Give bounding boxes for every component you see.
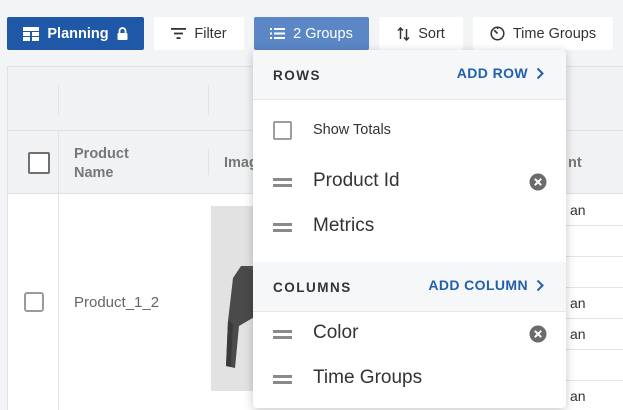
- table-cell: an: [566, 288, 623, 319]
- filter-button[interactable]: Filter: [154, 17, 244, 50]
- groups-dropdown: ROWS ADD ROW Show Totals Product Id Metr…: [253, 50, 566, 408]
- show-totals-checkbox[interactable]: [273, 121, 292, 140]
- column-divider: [208, 149, 209, 175]
- column-header-product-name[interactable]: Product Name: [74, 145, 129, 183]
- row-group-item[interactable]: Metrics: [253, 205, 566, 249]
- columns-section-header: COLUMNS ADD COLUMN: [253, 262, 566, 312]
- groups-label: 2 Groups: [293, 25, 353, 42]
- column-group-label: Time Groups: [313, 367, 423, 388]
- planning-label: Planning: [47, 25, 109, 42]
- drag-handle-icon[interactable]: [273, 375, 292, 384]
- chevron-right-icon: [536, 67, 544, 79]
- column-header-partial[interactable]: nt: [568, 154, 582, 173]
- select-all-checkbox[interactable]: [28, 152, 50, 174]
- filter-label: Filter: [194, 25, 227, 42]
- product-name-cell: Product_1_2: [74, 294, 160, 311]
- planning-button[interactable]: Planning: [7, 17, 144, 50]
- table-cell: [566, 257, 623, 288]
- groups-button[interactable]: 2 Groups: [254, 17, 369, 50]
- table-cell: [566, 350, 623, 381]
- show-totals-label: Show Totals: [313, 122, 391, 138]
- add-row-label: ADD ROW: [456, 65, 528, 81]
- add-column-button[interactable]: ADD COLUMN: [428, 277, 544, 293]
- lock-icon: [117, 27, 128, 40]
- table-cell: [566, 226, 623, 257]
- sort-label: Sort: [418, 25, 445, 42]
- rows-section-title: ROWS: [273, 68, 321, 83]
- row-checkbox[interactable]: [24, 292, 44, 312]
- chevron-right-icon: [536, 279, 544, 291]
- columns-section-title: COLUMNS: [273, 280, 352, 295]
- column-group-label: Color: [313, 322, 359, 343]
- filter-icon: [171, 28, 187, 39]
- drag-handle-icon[interactable]: [273, 330, 292, 339]
- row-group-item[interactable]: Product Id: [253, 160, 566, 204]
- list-icon: [270, 28, 286, 39]
- add-column-label: ADD COLUMN: [428, 277, 528, 293]
- add-row-button[interactable]: ADD ROW: [457, 65, 544, 81]
- row-group-label: Product Id: [313, 170, 400, 191]
- column-divider: [58, 131, 59, 410]
- timer-icon: [490, 26, 505, 41]
- row-group-label: Metrics: [313, 215, 375, 236]
- drag-handle-icon[interactable]: [273, 178, 292, 187]
- remove-icon[interactable]: [529, 325, 547, 343]
- column-divider: [208, 85, 209, 115]
- time-groups-button[interactable]: Time Groups: [473, 17, 613, 50]
- table-cell: an: [566, 195, 623, 226]
- sort-button[interactable]: Sort: [379, 17, 463, 50]
- table-cell: an: [566, 381, 623, 410]
- column-divider: [58, 85, 59, 115]
- drag-handle-icon[interactable]: [273, 223, 292, 232]
- remove-icon[interactable]: [529, 173, 547, 191]
- column-header-line: Product: [74, 146, 129, 162]
- column-header-line: Name: [74, 165, 114, 181]
- time-groups-label: Time Groups: [512, 25, 597, 42]
- table-cell: an: [566, 319, 623, 350]
- product-image: [211, 206, 256, 391]
- column-group-item[interactable]: Color: [253, 312, 566, 356]
- column-group-item[interactable]: Time Groups: [253, 357, 566, 401]
- sweater-image: [226, 266, 256, 368]
- sort-icon: [397, 26, 410, 41]
- grid-icon: [23, 26, 40, 41]
- rows-section-header: ROWS ADD ROW: [253, 50, 566, 100]
